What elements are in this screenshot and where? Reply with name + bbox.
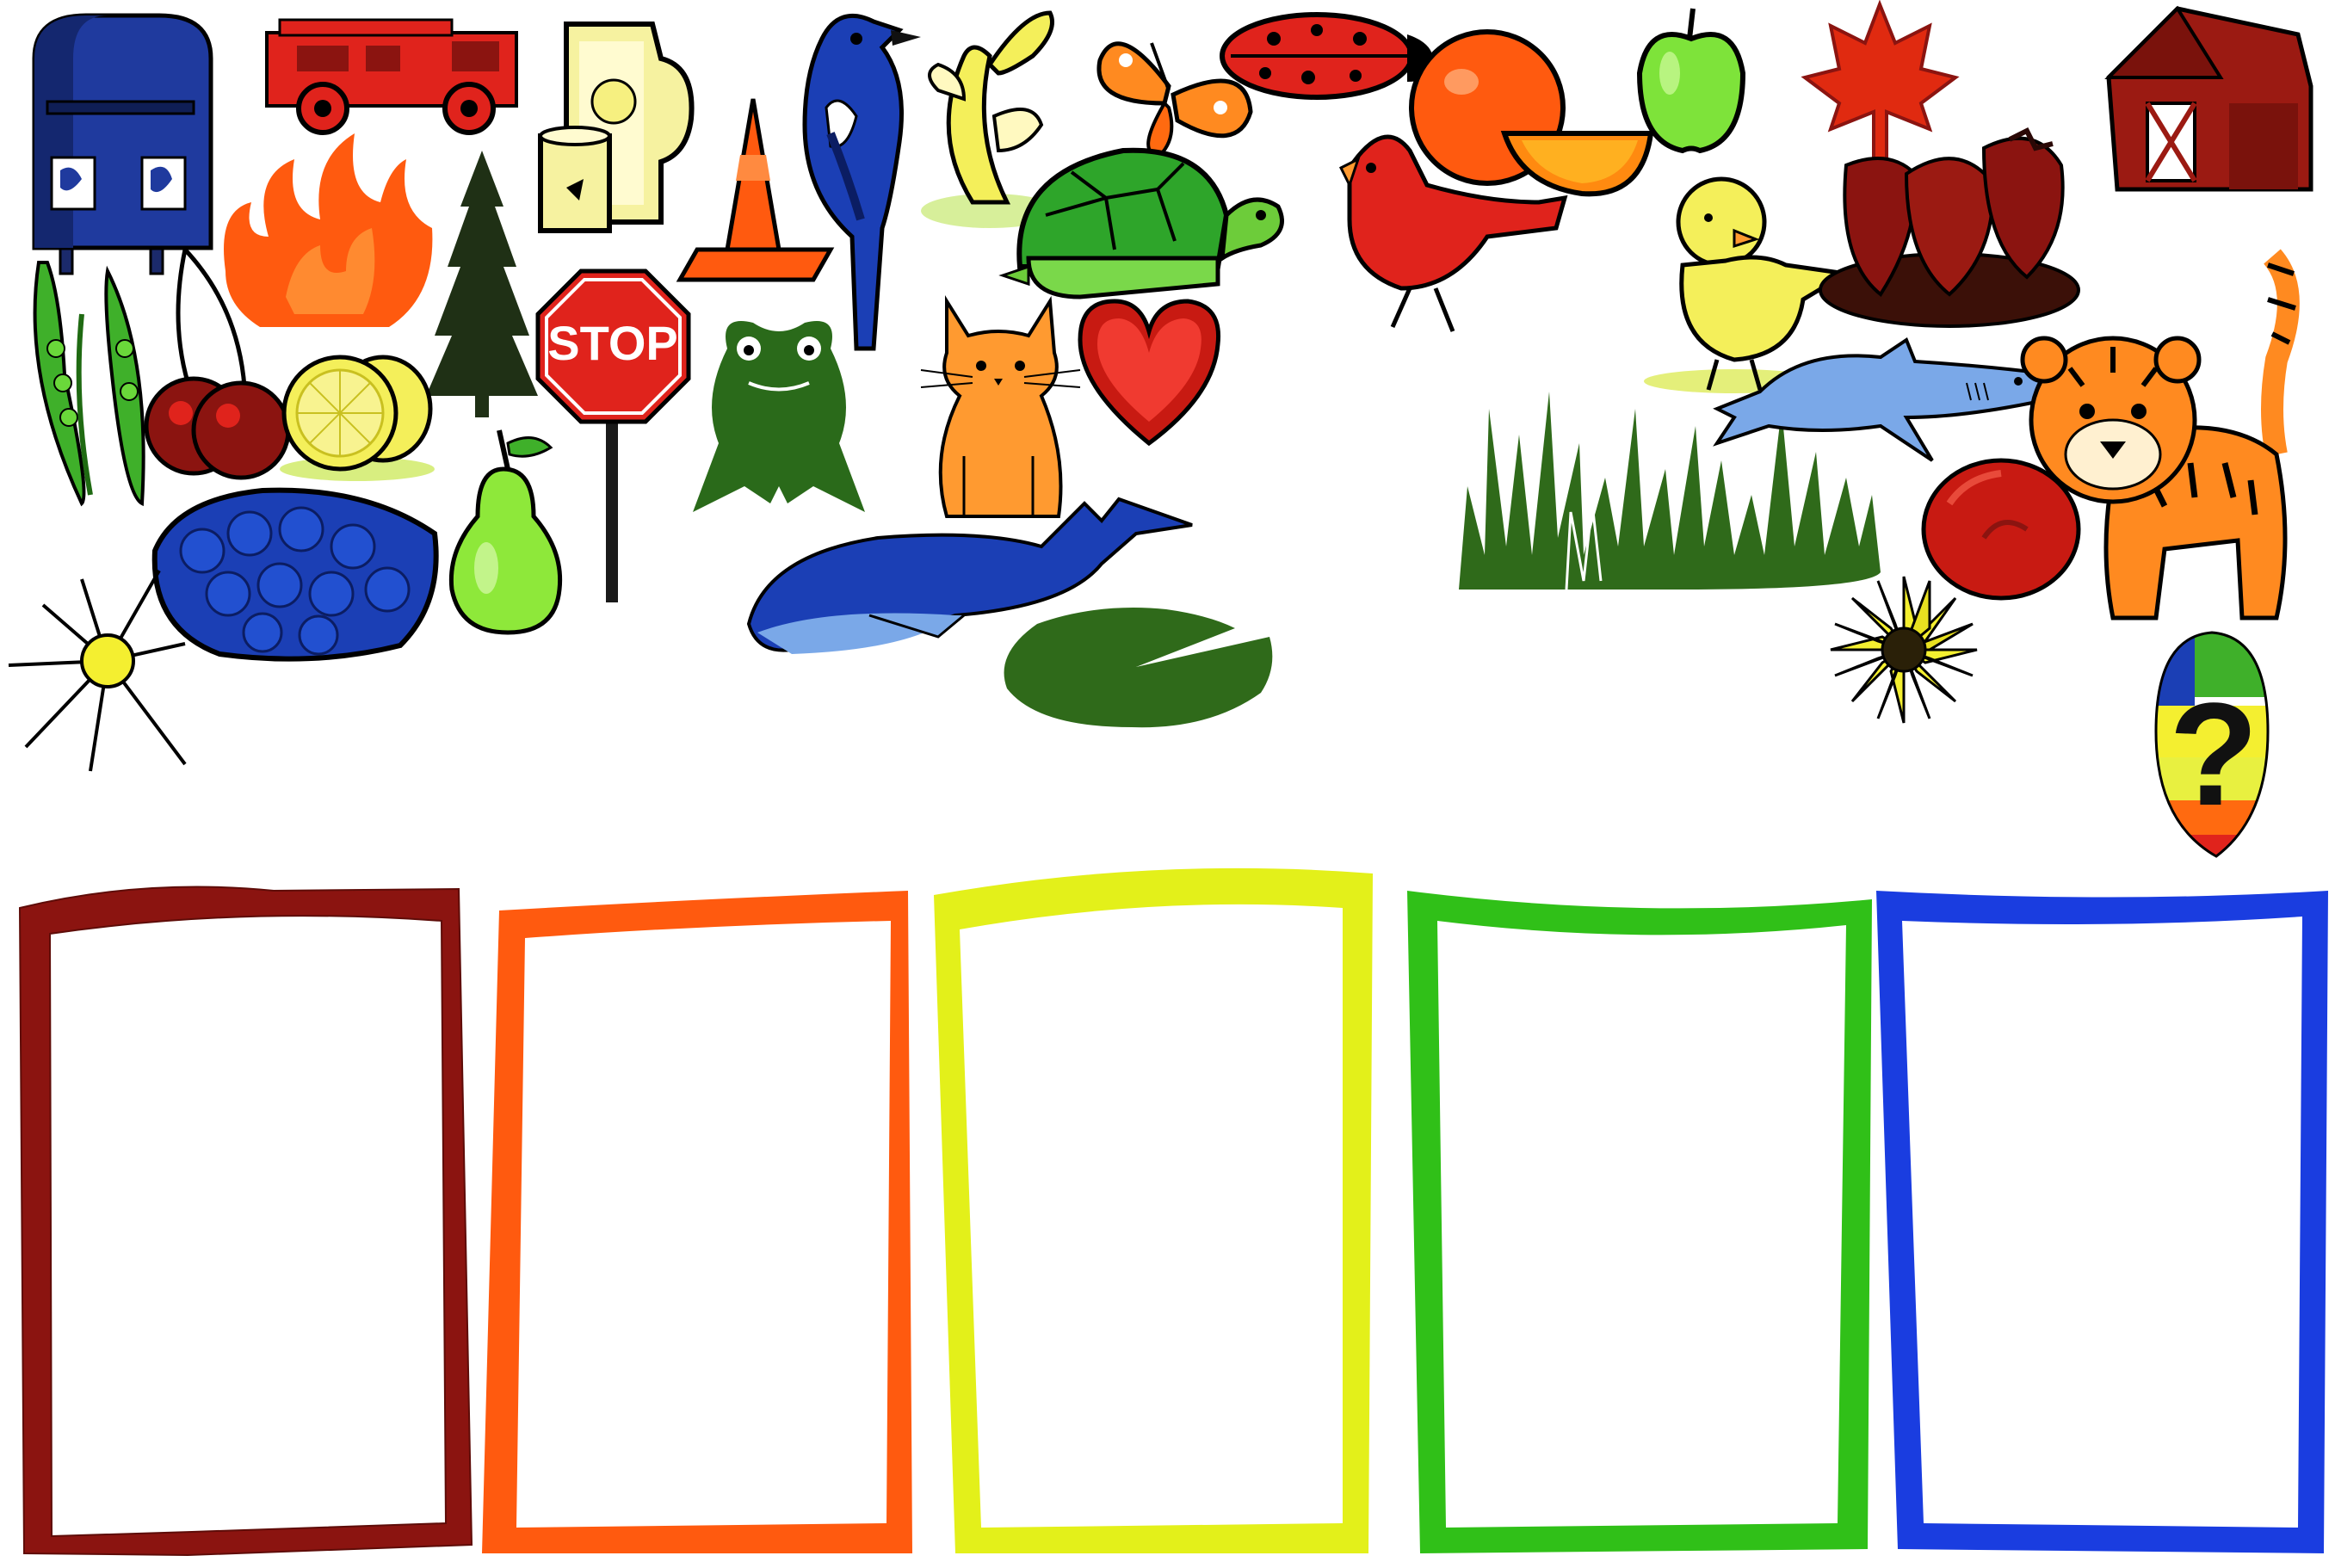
barn-icon[interactable] xyxy=(2100,0,2320,198)
yellow-bin-frame xyxy=(934,867,1373,1553)
lily-pad-icon[interactable] xyxy=(994,602,1278,732)
apple-icon[interactable] xyxy=(1631,4,1751,155)
red-sorting-bin[interactable] xyxy=(15,882,476,1558)
green-bin-frame xyxy=(1407,891,1872,1553)
cherries-icon[interactable] xyxy=(142,245,293,486)
pear-icon[interactable] xyxy=(439,422,568,637)
color-sorting-board: STOP ? xyxy=(0,0,2335,1568)
fire-truck-icon[interactable] xyxy=(263,15,521,136)
turtle-icon[interactable] xyxy=(994,138,1291,301)
cardinal-icon[interactable] xyxy=(1332,116,1573,336)
sunflower-icon[interactable] xyxy=(1816,572,1992,727)
pine-tree-icon[interactable] xyxy=(422,146,542,422)
heart-icon[interactable] xyxy=(1072,293,1226,452)
sun-icon[interactable] xyxy=(0,558,194,773)
green-sorting-bin[interactable] xyxy=(1403,886,1876,1558)
lemon-icon[interactable] xyxy=(271,340,435,482)
orange-bin-frame xyxy=(482,891,912,1553)
stop-sign-label: STOP xyxy=(547,316,677,370)
traffic-cone-icon[interactable] xyxy=(671,95,835,288)
red-bin-frame xyxy=(18,886,473,1557)
mailbox-icon[interactable] xyxy=(22,7,219,275)
blue-bin-frame xyxy=(1876,891,2328,1553)
question-mark: ? xyxy=(2169,673,2258,836)
mystery-egg-icon[interactable]: ? xyxy=(2152,628,2272,861)
yellow-sorting-bin[interactable] xyxy=(930,865,1377,1558)
orange-sorting-bin[interactable] xyxy=(478,886,917,1558)
blue-sorting-bin[interactable] xyxy=(1872,886,2332,1558)
ladybug-icon[interactable] xyxy=(1214,9,1442,108)
